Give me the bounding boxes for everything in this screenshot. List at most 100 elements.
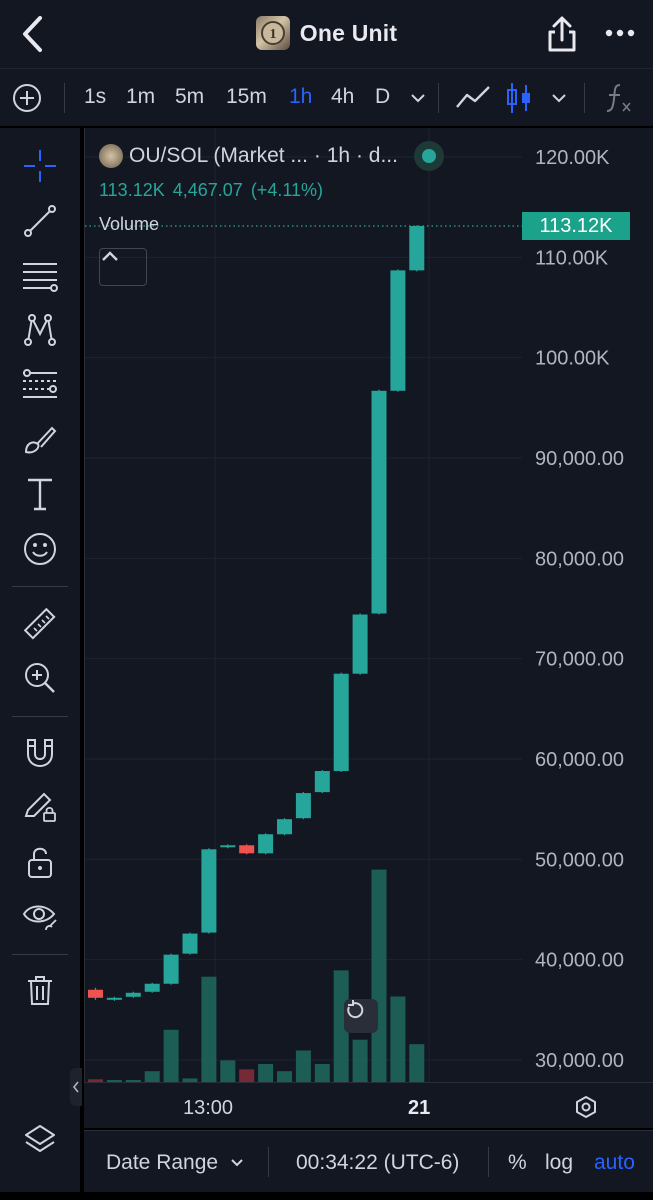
trend-line-tool[interactable] [20,201,60,241]
time-axis[interactable]: 13:00 21 [84,1082,653,1128]
token-logo-icon: 1 [255,16,290,50]
candle-body [88,989,103,998]
interval-D[interactable]: D [375,85,390,109]
toolbar-divider [64,83,65,113]
chart-type-dropdown-button[interactable] [550,89,568,112]
horizontal-lines-icon [23,263,58,292]
percent-scale-toggle[interactable]: % [508,1151,527,1175]
symbol-name: OU/SOL (Market ... [129,144,308,167]
price-change-percent: (+4.11%) [250,180,324,200]
emoji-tool[interactable] [20,529,60,569]
crosshair-tool[interactable] [20,146,60,186]
candles-chart-type-button[interactable] [506,81,532,120]
last-price: 113.12K [99,180,165,200]
settings-hex-icon [576,1096,596,1118]
object-tree-tool[interactable] [20,1120,60,1160]
volume-bar [239,1069,255,1082]
price-axis-label: 70,000.00 [535,649,624,671]
candle-body [390,270,406,391]
ruler-icon [23,607,56,640]
legend-collapse-button[interactable] [99,248,147,286]
interval-4h[interactable]: 4h [331,85,354,109]
candle-body [106,997,122,1000]
pattern-icon [24,314,56,346]
chart-legend[interactable]: OU/SOL (Market ... · 1h · d... [99,144,436,168]
price-axis-label: 100.00K [535,348,610,370]
candle-body [314,771,330,793]
reset-chart-button[interactable] [344,999,378,1033]
unlock-icon [28,847,52,878]
volume-indicator-label[interactable]: Volume [99,214,159,235]
candle-body [163,954,179,984]
back-button[interactable] [14,14,50,54]
toolbar-divider [584,83,585,113]
candle-body [258,834,274,854]
volume-bar [390,996,406,1082]
candlestick-icon [507,83,530,113]
add-symbol-button[interactable] [12,83,42,113]
date-range-button[interactable]: Date Range [106,1151,218,1175]
clock-timezone[interactable]: 00:34:22 (UTC-6) [296,1151,459,1175]
volume-bar [220,1060,236,1082]
magnet-tool[interactable] [20,732,60,772]
interval-15m[interactable]: 15m [226,85,267,109]
market-status-icon [421,149,436,163]
zoom-in-tool[interactable] [20,658,60,698]
chart-bottom-bar: Date Range 00:34:22 (UTC-6) % log auto [84,1130,653,1192]
app-header: 1 One Unit [0,0,653,68]
chevron-left-icon [72,1081,79,1093]
candle-body [333,673,349,772]
chevron-down-icon [231,1159,243,1167]
remove-drawings-tool[interactable] [20,970,60,1010]
chevron-up-icon [102,251,118,261]
time-label: 13:00 [183,1097,234,1119]
indicators-button[interactable] [604,81,634,120]
candle-body [220,845,236,848]
interval-dropdown-button[interactable] [409,89,427,107]
more-dots-icon [605,29,635,37]
pencil-lock-icon [24,792,56,822]
brush-tool[interactable] [20,420,60,460]
interval-5m[interactable]: 5m [175,85,204,109]
price-chart[interactable]: 120.00K 110.00K 100.00K 90,000.00 80,000.00 7… [84,128,653,1128]
text-tool[interactable] [20,474,60,514]
share-button[interactable] [544,14,580,54]
chart-canvas: 120.00K 110.00K 100.00K 90,000.00 80,000.00 7… [85,128,624,1082]
more-options-button[interactable] [600,20,640,48]
line-chart-type-button[interactable] [455,83,491,118]
lock-all-tool[interactable] [20,842,60,882]
function-fx-icon [606,84,631,112]
interval-1h[interactable]: 1h [289,85,312,109]
chart-settings-button[interactable] [574,1095,598,1119]
crosshair-icon [24,150,56,182]
sidebar-collapse-button[interactable] [70,1068,82,1106]
log-scale-toggle[interactable]: log [545,1151,573,1175]
pattern-tool[interactable] [20,310,60,350]
prediction-tool[interactable] [20,365,60,405]
price-axis-label: 90,000.00 [535,448,624,470]
plus-circle-icon [13,84,41,112]
svg-text:1: 1 [269,27,276,42]
measure-tool[interactable] [20,604,60,644]
eye-brush-icon [22,905,57,931]
volume-bar [144,1071,160,1082]
volume-bar [258,1064,274,1082]
layers-icon [25,1125,55,1152]
lock-drawing-tool[interactable] [20,786,60,826]
chevron-down-icon [552,94,566,103]
trash-icon [28,976,52,1005]
volume-bar [163,1029,179,1082]
volume-bar [201,976,217,1082]
drawing-tools-sidebar [0,128,80,1200]
hide-drawings-tool[interactable] [20,896,60,936]
magnet-icon [27,739,53,768]
auto-scale-toggle[interactable]: auto [594,1151,635,1175]
volume-bar [314,1064,330,1082]
candle-body [182,933,198,954]
interval-1m[interactable]: 1m [126,85,155,109]
price-axis-label: 50,000.00 [535,849,624,871]
volume-bar [352,1039,368,1082]
interval-1s[interactable]: 1s [84,85,106,109]
price-change: 4,467.07 [172,180,243,200]
fib-lines-tool[interactable] [20,256,60,296]
